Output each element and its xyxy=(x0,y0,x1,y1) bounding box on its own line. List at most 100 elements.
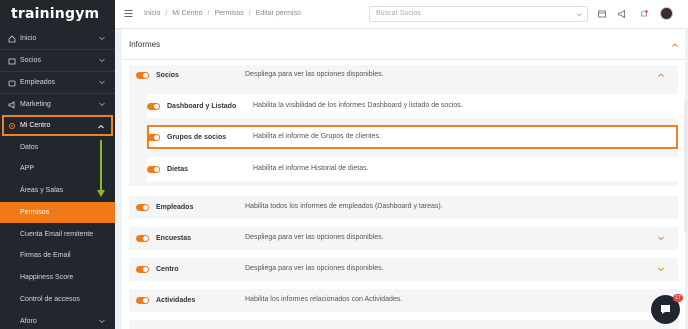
settings-icon xyxy=(8,122,16,130)
informes-group-actividades: Actividades Habilita los informes relaci… xyxy=(129,289,678,312)
chevron-down-icon[interactable] xyxy=(657,234,665,242)
breadcrumb-mi-centro[interactable]: Mi Centro xyxy=(172,10,202,17)
informes-panel: Informes Socios Despliega para ver las o… xyxy=(122,29,685,329)
sidebar-item-inicio[interactable]: Inicio xyxy=(0,28,115,49)
group-header-socios[interactable]: Socios xyxy=(136,65,179,85)
subrow-description: Habilita la visibilidad de los informes … xyxy=(253,102,463,109)
subrow-dietas: Dietas Habilita el informe Historial de … xyxy=(147,157,678,181)
toggle-actividades[interactable] xyxy=(136,296,149,304)
sidebar-item-empleados[interactable]: Empleados xyxy=(0,72,115,93)
subrow-title: Dashboard y Listado xyxy=(167,102,237,110)
sidebar-item-label: Mi Centro xyxy=(20,122,51,129)
calendar-icon[interactable] xyxy=(597,9,607,19)
sidebar-subitem-label: Áreas y Salas xyxy=(20,187,64,194)
informes-group-socios: Socios Despliega para ver las opciones d… xyxy=(129,65,678,186)
annotation-arrow-head xyxy=(97,190,105,197)
sidebar-item-socios[interactable]: Socios xyxy=(0,50,115,71)
subrow-grupos-socios: Grupos de socios Habilita el informe de … xyxy=(147,125,678,149)
chevron-up-icon[interactable] xyxy=(657,71,665,79)
chevron-down-icon xyxy=(99,80,105,85)
group-title: Encuestas xyxy=(156,234,192,242)
informes-title: Informes xyxy=(129,40,161,49)
breadcrumb-permisos[interactable]: Permisos xyxy=(215,10,244,17)
sidebar-subitem-aforo[interactable]: Aforo xyxy=(0,311,115,329)
sidebar-subitem-cuenta-email[interactable]: Cuenta Email remitente xyxy=(0,224,115,245)
chevron-down-icon[interactable] xyxy=(657,265,665,273)
sidebar-subitem-label: Datos xyxy=(20,144,39,151)
sidebar-item-marketing[interactable]: Marketing xyxy=(0,94,115,115)
toggle-dietas[interactable] xyxy=(147,165,160,173)
bell-icon[interactable] xyxy=(639,9,649,19)
sidebar-subitem-firmas-email[interactable]: Firmas de Email xyxy=(0,245,115,266)
scrollbar[interactable] xyxy=(684,100,688,232)
informes-group-encuestas[interactable]: Encuestas Despliega para ver las opcione… xyxy=(129,227,678,250)
sidebar-subitem-datos[interactable]: Datos xyxy=(0,137,115,158)
sidebar-subitem-app[interactable]: APP xyxy=(0,158,115,179)
group-description: Despliega para ver las opciones disponib… xyxy=(245,71,384,78)
sidebar-item-label: Socios xyxy=(20,57,42,64)
toggle-empleados[interactable] xyxy=(136,203,149,211)
employees-icon xyxy=(8,79,16,87)
notification-badge: 17 xyxy=(673,294,683,302)
sidebar-subitem-label: Aforo xyxy=(20,318,37,325)
sidebar-item-label: Empleados xyxy=(20,79,56,86)
chevron-down-icon xyxy=(99,319,105,324)
sidebar-subitem-label: Firmas de Email xyxy=(20,252,71,259)
breadcrumb-inicio[interactable]: Inicio xyxy=(144,10,160,17)
megaphone-icon[interactable] xyxy=(617,9,627,19)
topbar: Inicio / Mi Centro / Permisos / Editar p… xyxy=(115,0,688,29)
home-icon xyxy=(8,34,16,43)
sidebar-item-mi-centro[interactable]: Mi Centro xyxy=(2,115,113,136)
sidebar-item-label: Inicio xyxy=(20,35,37,42)
group-description: Despliega para ver las opciones disponib… xyxy=(245,234,384,241)
group-description: Despliega para ver las opciones disponib… xyxy=(245,265,384,272)
subrow-title: Grupos de socios xyxy=(167,133,227,141)
sidebar-item-label: Marketing xyxy=(20,101,51,108)
informes-group-empleados: Empleados Habilita todos los informes de… xyxy=(129,196,678,219)
sidebar-subitem-control-accesos[interactable]: Control de accesos xyxy=(0,289,115,310)
toggle-encuestas[interactable] xyxy=(136,234,149,242)
group-title: Empleados xyxy=(156,203,194,211)
chevron-down-icon xyxy=(99,102,105,107)
toggle-dashboard-listado[interactable] xyxy=(147,102,160,110)
breadcrumb: Inicio / Mi Centro / Permisos / Editar p… xyxy=(144,10,301,17)
menu-icon[interactable] xyxy=(124,9,133,18)
sidebar-subitem-label: Happiness Score xyxy=(20,274,74,281)
main-content: Informes Socios Despliega para ver las o… xyxy=(115,29,688,329)
sidebar-subitem-happiness-score[interactable]: Happiness Score xyxy=(0,267,115,288)
subrow-description: Habilita el informe de Grupos de cliente… xyxy=(253,133,382,140)
annotation-arrow-line xyxy=(100,140,102,192)
group-title: Centro xyxy=(156,265,179,273)
chevron-down-icon xyxy=(577,13,582,17)
sidebar-subitem-label: Permisos xyxy=(20,209,50,216)
sidebar-subitem-permisos[interactable]: Permisos xyxy=(0,202,115,223)
toggle-socios[interactable] xyxy=(136,71,149,79)
subrow-description: Habilita el informe Historial de dietas. xyxy=(253,165,369,172)
sidebar-subitem-label: APP xyxy=(20,165,35,172)
breadcrumb-editar-permiso: Editar permiso xyxy=(255,10,301,17)
toggle-centro[interactable] xyxy=(136,265,149,273)
group-description: Habilita todos los informes de empleados… xyxy=(245,203,443,210)
search-placeholder: Buscar Socios xyxy=(376,10,421,17)
chat-icon xyxy=(661,305,670,314)
subrow-title: Dietas xyxy=(167,165,189,173)
megaphone-icon xyxy=(8,100,16,109)
informes-group-centro[interactable]: Centro Despliega para ver las opciones d… xyxy=(129,258,678,281)
chevron-up-icon xyxy=(98,124,104,129)
informes-group-next xyxy=(129,320,678,329)
socios-icon xyxy=(8,57,16,65)
chevron-up-icon[interactable] xyxy=(671,41,679,49)
group-description: Habilita los informes relacionados con A… xyxy=(245,296,403,303)
group-title: Actividades xyxy=(156,296,196,304)
avatar[interactable] xyxy=(660,7,673,20)
subrow-dashboard-listado: Dashboard y Listado Habilita la visibili… xyxy=(147,94,678,118)
toggle-grupos-socios[interactable] xyxy=(147,133,160,141)
group-title: Socios xyxy=(156,71,179,79)
search-input[interactable]: Buscar Socios xyxy=(369,6,588,22)
sidebar: trainingym Inicio Socios Empleados Marke… xyxy=(0,0,115,329)
sidebar-subitem-label: Control de accesos xyxy=(20,296,80,303)
sidebar-subitem-label: Cuenta Email remitente xyxy=(20,231,94,238)
chevron-down-icon xyxy=(99,58,105,63)
chevron-down-icon xyxy=(99,36,105,41)
app-logo[interactable]: trainingym xyxy=(11,6,99,22)
